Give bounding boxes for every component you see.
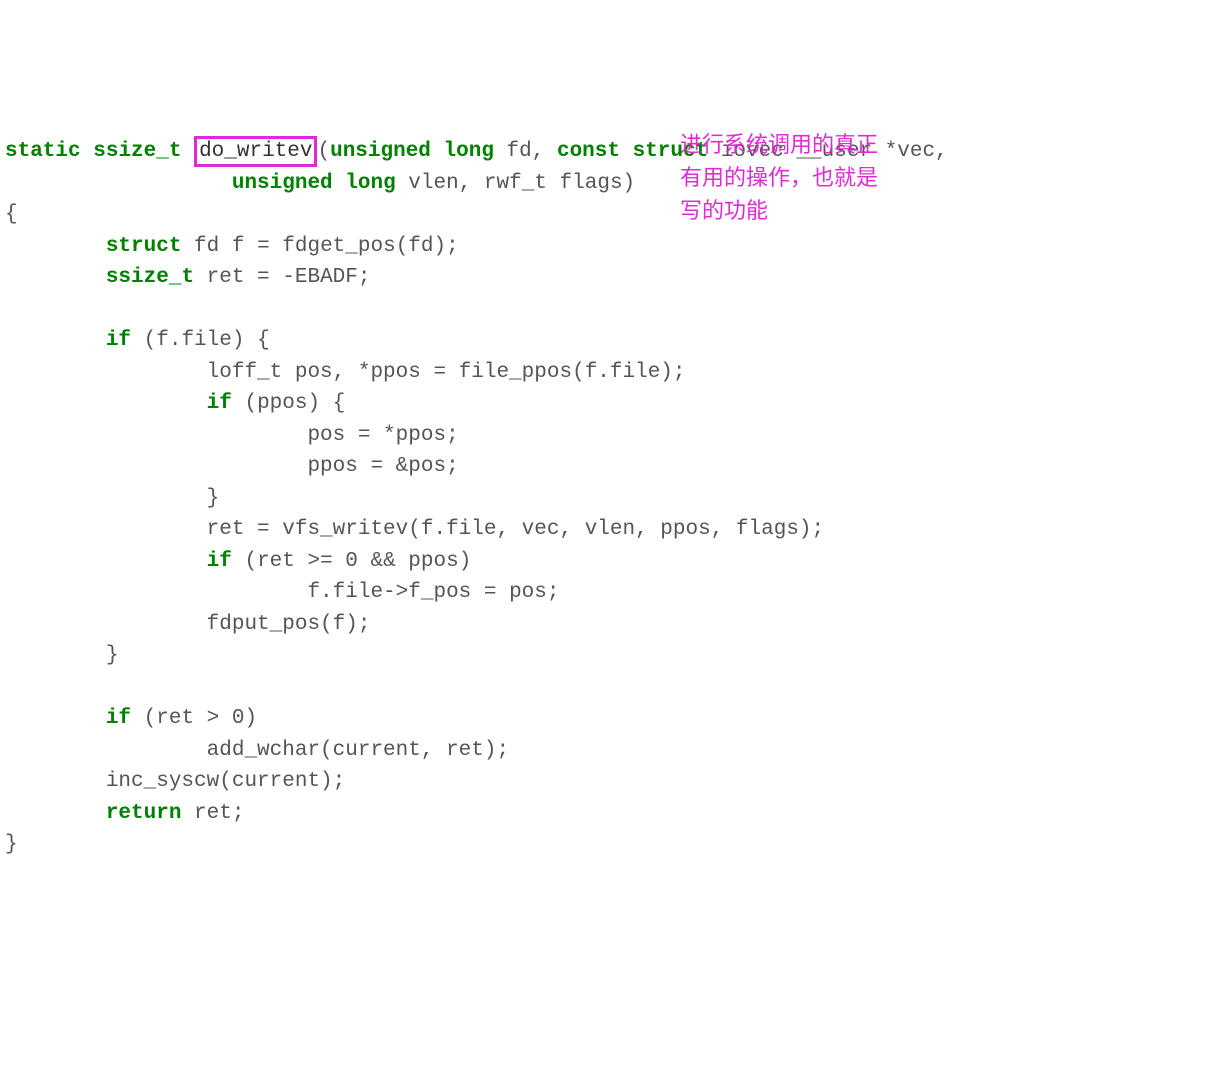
stmt-add-wchar: add_wchar(current, ret); — [5, 739, 509, 762]
keyword-return: return — [106, 802, 182, 825]
annotation-line1: 进行系统调用的真正 — [680, 132, 878, 157]
stmt-ppos-assign: ppos = &pos; — [5, 455, 459, 478]
code-block: static ssize_t do_writev(unsigned long f… — [5, 136, 1206, 861]
keyword-long: long — [345, 172, 395, 195]
annotation-line2: 有用的操作，也就是 — [680, 165, 878, 190]
stmt-ret-decl: ret = -EBADF; — [194, 266, 370, 289]
keyword-if: if — [207, 550, 232, 573]
keyword-if: if — [207, 392, 232, 415]
indent — [5, 235, 106, 258]
indent — [5, 329, 106, 352]
indent — [5, 550, 207, 573]
stmt-pos-assign: pos = *ppos; — [5, 424, 459, 447]
keyword-struct: struct — [106, 235, 182, 258]
indent — [5, 707, 106, 730]
stmt-fpos-assign: f.file->f_pos = pos; — [5, 581, 560, 604]
keyword-unsigned: unsigned — [232, 172, 333, 195]
stmt-return-ret: ret; — [181, 802, 244, 825]
keyword-static: static — [5, 140, 81, 163]
function-name: do_writev — [199, 140, 312, 163]
cond-file: (f.file) { — [131, 329, 270, 352]
indent — [5, 266, 106, 289]
brace-close-mid: } — [5, 644, 118, 667]
param-fd: fd, — [494, 140, 557, 163]
cond-ret-gt0: (ret > 0) — [131, 707, 257, 730]
indent — [5, 172, 232, 195]
annotation-comment: 进行系统调用的真正 有用的操作，也就是 写的功能 — [680, 128, 940, 227]
cond-ret-ppos: (ret >= 0 && ppos) — [232, 550, 471, 573]
indent — [5, 392, 207, 415]
keyword-long: long — [444, 140, 494, 163]
stmt-fd-decl: fd f = fdget_pos(fd); — [181, 235, 458, 258]
stmt-vfs-writev: ret = vfs_writev(f.file, vec, vlen, ppos… — [5, 518, 824, 541]
indent — [5, 802, 106, 825]
paren-open: ( — [317, 140, 330, 163]
brace-close-outer: } — [5, 833, 18, 856]
annotation-line3: 写的功能 — [680, 198, 768, 223]
keyword-unsigned: unsigned — [330, 140, 431, 163]
param-vlen-flags: vlen, rwf_t flags) — [396, 172, 635, 195]
keyword-if: if — [106, 707, 131, 730]
brace-close-inner: } — [5, 487, 219, 510]
cond-ppos: (ppos) { — [232, 392, 345, 415]
stmt-inc-syscw: inc_syscw(current); — [5, 770, 345, 793]
brace-open: { — [5, 203, 18, 226]
stmt-fdput: fdput_pos(f); — [5, 613, 370, 636]
keyword-const: const — [557, 140, 620, 163]
type-ssize_t: ssize_t — [93, 140, 181, 163]
keyword-if: if — [106, 329, 131, 352]
stmt-loff-decl: loff_t pos, *ppos = file_ppos(f.file); — [5, 361, 686, 384]
function-name-highlight: do_writev — [194, 136, 317, 167]
type-ssize_t: ssize_t — [106, 266, 194, 289]
